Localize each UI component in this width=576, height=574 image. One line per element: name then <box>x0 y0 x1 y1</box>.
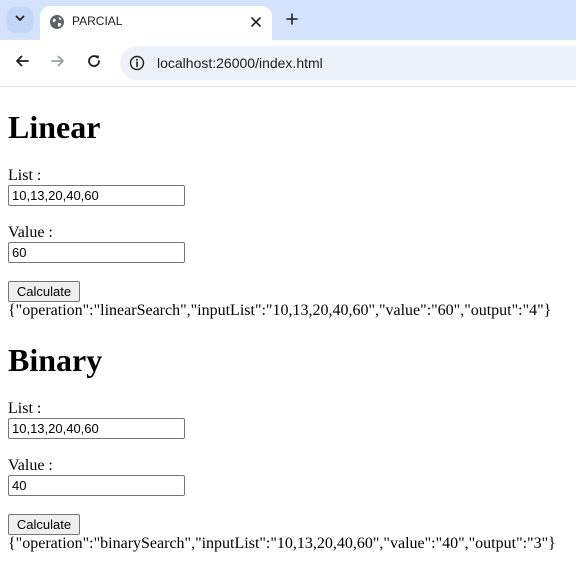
linear-list-label: List : <box>8 167 42 184</box>
back-button[interactable] <box>9 50 35 76</box>
binary-result: {"operation":"binarySearch","inputList":… <box>8 535 556 552</box>
linear-list-input[interactable] <box>8 185 185 206</box>
browser-tab[interactable]: PARCIAL <box>40 6 272 40</box>
binary-heading: Binary <box>8 342 103 378</box>
tab-search-button[interactable] <box>7 7 33 33</box>
linear-value-label: Value : <box>8 224 53 241</box>
linear-result: {"operation":"linearSearch","inputList":… <box>8 302 552 319</box>
address-bar[interactable]: localhost:26000/index.html <box>120 46 576 80</box>
forward-arrow-icon <box>50 53 66 74</box>
tab-title: PARCIAL <box>72 14 123 28</box>
binary-calculate-button[interactable]: Calculate <box>8 514 80 535</box>
close-icon[interactable] <box>246 12 266 32</box>
globe-icon <box>49 14 65 30</box>
binary-list-label: List : <box>8 400 42 417</box>
linear-value-input[interactable] <box>8 242 185 263</box>
new-tab-button[interactable] <box>280 10 304 32</box>
tab-strip: PARCIAL <box>0 0 576 40</box>
linear-heading: Linear <box>8 109 101 145</box>
chevron-down-icon <box>14 11 26 29</box>
url-text: localhost:26000/index.html <box>157 55 323 71</box>
linear-calculate-button[interactable]: Calculate <box>8 281 80 302</box>
browser-toolbar: localhost:26000/index.html <box>0 40 576 87</box>
binary-value-label: Value : <box>8 457 53 474</box>
reload-icon <box>86 53 102 74</box>
plus-icon <box>286 12 298 30</box>
back-arrow-icon <box>14 53 30 74</box>
binary-value-input[interactable] <box>8 475 185 496</box>
forward-button[interactable] <box>45 50 71 76</box>
binary-list-input[interactable] <box>8 418 185 439</box>
reload-button[interactable] <box>81 50 107 76</box>
site-info-icon[interactable] <box>128 54 146 72</box>
